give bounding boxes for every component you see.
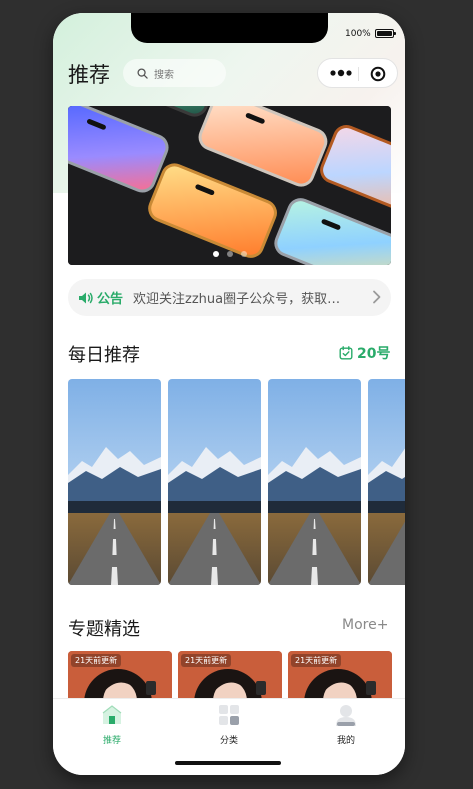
battery-icon bbox=[375, 29, 396, 38]
daily-date-label: 20号 bbox=[357, 346, 391, 362]
home-icon bbox=[102, 705, 122, 724]
notice-message: 欢迎关注zzhua圈子公众号，获取更多精彩内容 bbox=[133, 292, 343, 307]
banner-image bbox=[68, 106, 391, 265]
topics-more-link[interactable]: More+ bbox=[342, 617, 388, 633]
home-indicator[interactable] bbox=[175, 761, 281, 765]
tab-label: 推荐 bbox=[102, 736, 121, 746]
speaker-icon bbox=[79, 292, 93, 303]
tab-label: 分类 bbox=[219, 736, 238, 746]
battery-percent: 100% bbox=[345, 29, 371, 39]
tab-bar: 推荐 分类 我的 bbox=[53, 698, 405, 775]
search-placeholder: 搜索 bbox=[154, 69, 174, 81]
notice-tag: 公告 bbox=[97, 292, 124, 307]
tab-category[interactable]: 分类 bbox=[199, 703, 259, 746]
user-icon bbox=[336, 705, 356, 726]
calendar-check-icon bbox=[339, 346, 353, 360]
mountain-road-image bbox=[168, 379, 261, 585]
carousel-dots bbox=[68, 251, 391, 257]
carousel-dot[interactable] bbox=[226, 251, 233, 257]
more-dots-icon[interactable] bbox=[330, 69, 352, 77]
page-title: 推荐 bbox=[68, 63, 110, 87]
banner-carousel[interactable] bbox=[68, 106, 391, 265]
mountain-road-image bbox=[68, 379, 161, 585]
capsule-divider bbox=[358, 67, 359, 81]
daily-wallpaper-card[interactable] bbox=[368, 379, 405, 585]
topic-update-badge: 21天前更新 bbox=[181, 654, 232, 667]
phone-frame: 100% 推荐 搜索 公告 欢迎关注zzhua圈子公众号，获取更 每日推荐 20… bbox=[53, 13, 405, 775]
notice-bar[interactable]: 公告 欢迎关注zzhua圈子公众号，获取更多精彩内容 bbox=[68, 279, 391, 316]
daily-section-title: 每日推荐 bbox=[68, 345, 140, 366]
topic-update-badge: 21天前更新 bbox=[291, 654, 342, 667]
mountain-road-image bbox=[268, 379, 361, 585]
tab-mine[interactable]: 我的 bbox=[316, 703, 376, 746]
mountain-road-image bbox=[368, 379, 405, 585]
search-icon bbox=[137, 67, 148, 79]
daily-date-link[interactable]: 20号 bbox=[339, 343, 390, 363]
tab-label: 我的 bbox=[336, 736, 355, 746]
chevron-right-icon[interactable] bbox=[372, 290, 381, 304]
target-icon[interactable] bbox=[370, 66, 386, 82]
notch bbox=[131, 13, 328, 43]
carousel-dot[interactable] bbox=[212, 251, 219, 257]
search-input[interactable]: 搜索 bbox=[123, 59, 226, 87]
tab-recommend[interactable]: 推荐 bbox=[82, 703, 142, 746]
mini-program-capsule bbox=[317, 58, 398, 88]
carousel-dot[interactable] bbox=[240, 251, 247, 257]
daily-wallpaper-card[interactable] bbox=[68, 379, 161, 585]
grid-icon bbox=[219, 705, 239, 725]
topic-update-badge: 21天前更新 bbox=[71, 654, 122, 667]
topics-section-title: 专题精选 bbox=[68, 619, 140, 640]
daily-wallpaper-card[interactable] bbox=[268, 379, 361, 585]
daily-wallpaper-card[interactable] bbox=[168, 379, 261, 585]
